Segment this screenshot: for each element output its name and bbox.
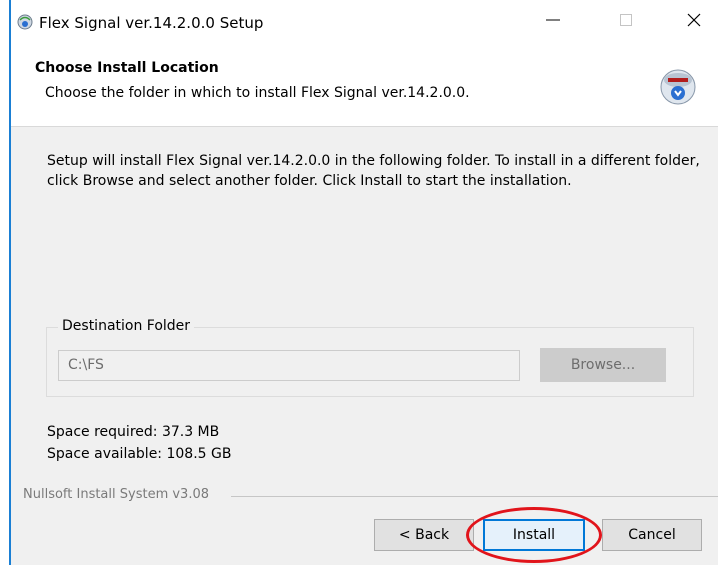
footer-divider <box>231 496 718 497</box>
setup-window: Flex Signal ver.14.2.0.0 Setup Choose In… <box>9 0 718 565</box>
space-required-text: Space required: 37.3 MB <box>47 424 220 440</box>
page-header: Choose Install Location Choose the folde… <box>11 40 718 127</box>
nsis-installer-icon <box>660 69 696 105</box>
browse-button[interactable]: Browse... <box>540 348 666 382</box>
space-available-text: Space available: 108.5 GB <box>47 446 232 462</box>
page-subtitle: Choose the folder in which to install Fl… <box>45 85 470 101</box>
install-button[interactable]: Install <box>483 519 585 551</box>
minimize-button[interactable] <box>530 0 576 40</box>
destination-folder-label: Destination Folder <box>58 318 195 334</box>
installer-app-icon <box>17 14 33 30</box>
window-title: Flex Signal ver.14.2.0.0 Setup <box>39 14 264 32</box>
maximize-button[interactable] <box>603 0 649 40</box>
page-title: Choose Install Location <box>35 60 219 76</box>
back-button[interactable]: < Back <box>374 519 474 551</box>
minimize-icon <box>546 19 560 21</box>
title-bar[interactable]: Flex Signal ver.14.2.0.0 Setup <box>11 0 718 40</box>
close-button[interactable] <box>671 0 717 40</box>
destination-path-input[interactable]: C:\FS <box>58 350 520 381</box>
cancel-button[interactable]: Cancel <box>602 519 702 551</box>
maximize-icon <box>620 14 632 26</box>
nsis-branding-text: Nullsoft Install System v3.08 <box>23 487 216 502</box>
close-icon <box>687 13 701 27</box>
description-text: Setup will install Flex Signal ver.14.2.… <box>47 153 700 189</box>
